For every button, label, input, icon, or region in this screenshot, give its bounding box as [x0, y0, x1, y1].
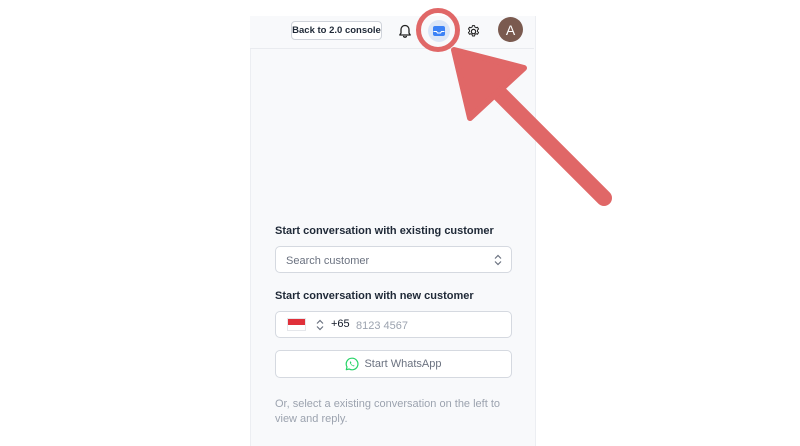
phone-input[interactable] — [354, 312, 498, 339]
hint-text: Or, select a existing conversation on th… — [275, 398, 501, 425]
new-customer-title: Start conversation with new customer — [275, 290, 474, 302]
inbox-button[interactable] — [428, 20, 450, 42]
inbox-icon — [433, 26, 445, 36]
back-to-console-button[interactable]: Back to 2.0 console — [291, 21, 382, 40]
chevron-up-down-icon[interactable] — [316, 319, 324, 331]
country-code: +65 — [331, 318, 350, 330]
start-whatsapp-button[interactable]: Start WhatsApp — [275, 350, 512, 378]
gear-icon[interactable] — [464, 22, 482, 40]
chevron-up-down-icon — [494, 254, 502, 266]
existing-customer-title: Start conversation with existing custome… — [275, 225, 494, 237]
whatsapp-icon — [346, 357, 359, 371]
start-whatsapp-label: Start WhatsApp — [364, 358, 442, 370]
singapore-flag-icon[interactable] — [287, 318, 306, 331]
search-customer-input[interactable] — [284, 247, 488, 274]
avatar[interactable]: A — [498, 17, 523, 42]
search-customer-select[interactable] — [275, 246, 512, 274]
phone-number-field[interactable]: +65 — [275, 311, 512, 339]
bell-icon[interactable] — [396, 22, 414, 40]
